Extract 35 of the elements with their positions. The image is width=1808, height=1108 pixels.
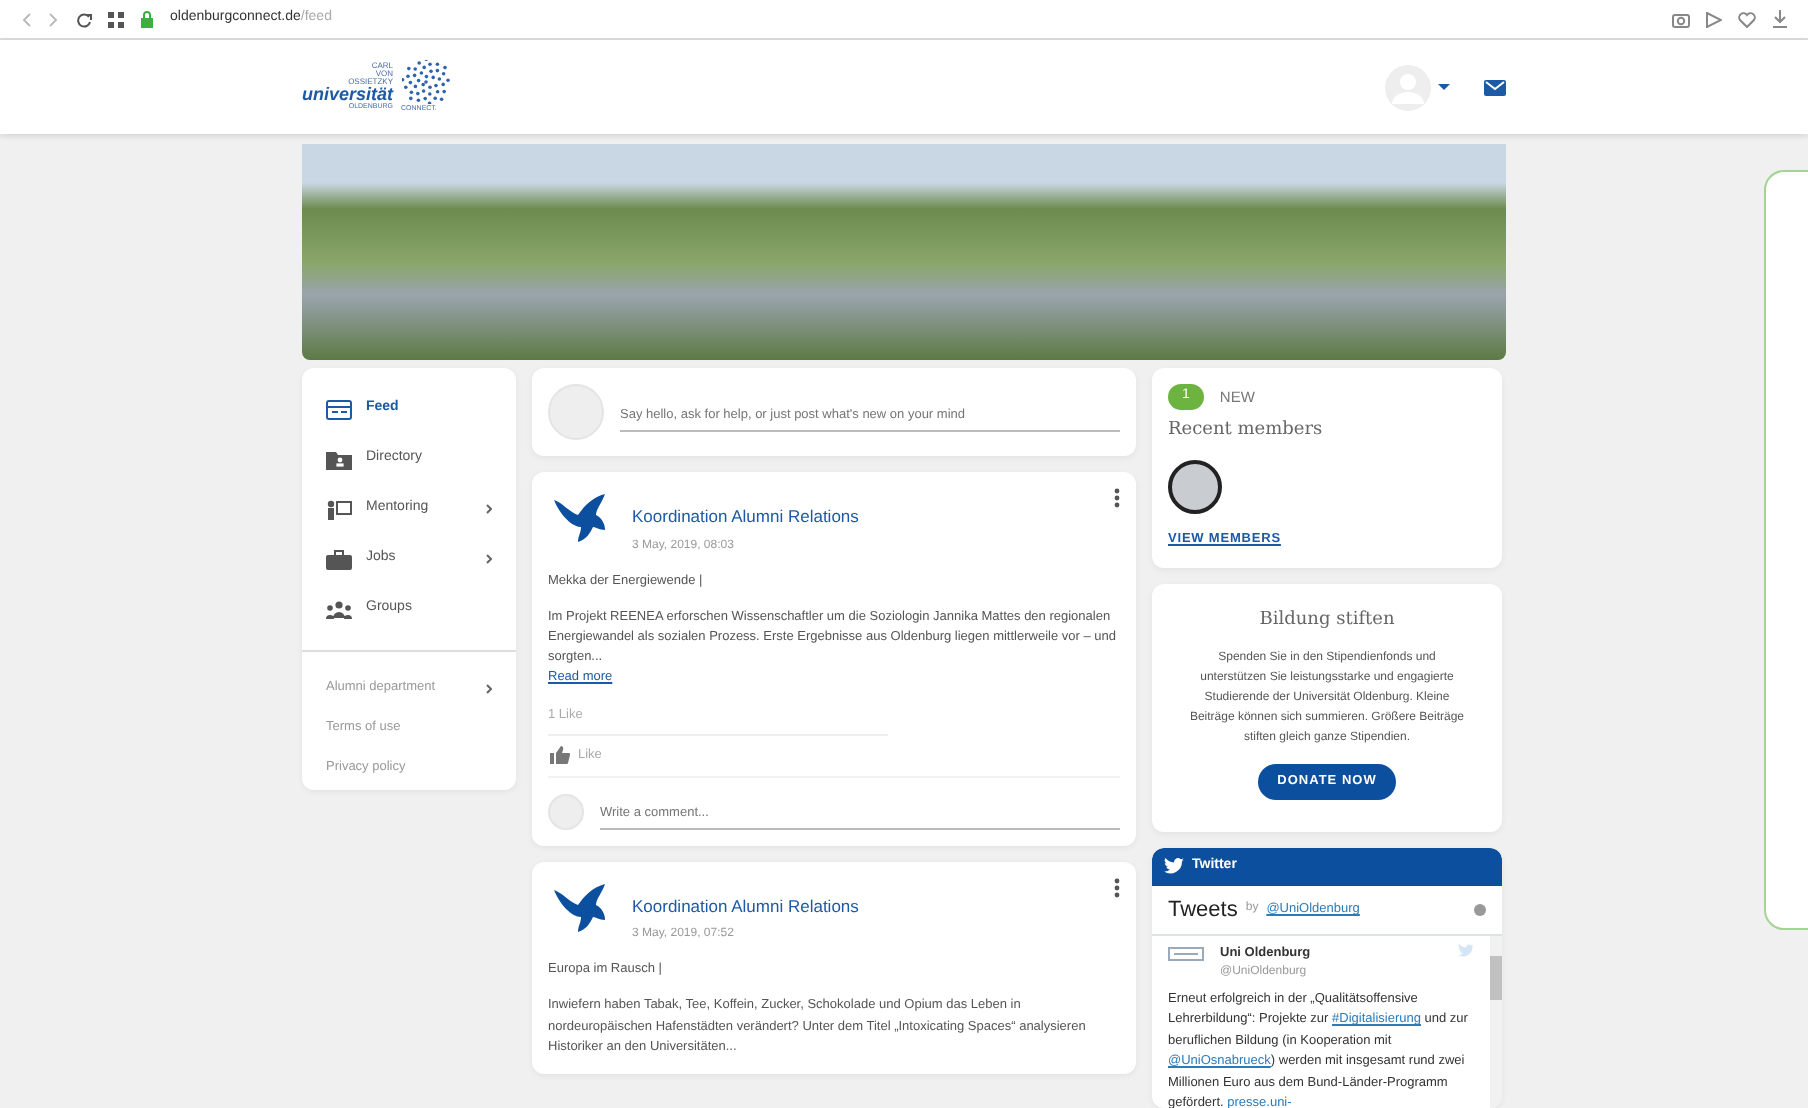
- avatar-placeholder: [548, 793, 584, 830]
- card-title: Recent members: [1168, 417, 1325, 443]
- download-icon[interactable]: [1772, 10, 1788, 28]
- chevron-right-icon: [486, 504, 492, 514]
- forward-icon[interactable]: [48, 11, 60, 27]
- back-icon[interactable]: [20, 11, 32, 27]
- people-icon: [326, 599, 352, 619]
- newspaper-icon: [326, 399, 352, 419]
- bird-icon: [1458, 944, 1474, 959]
- send-icon[interactable]: [1706, 11, 1722, 27]
- card-title: Bildung stiften: [1257, 607, 1397, 633]
- member-avatar-placeholder[interactable]: [1168, 460, 1222, 514]
- chevron-right-icon: [486, 554, 492, 564]
- bird-icon: [1164, 858, 1184, 875]
- author-link[interactable]: Koordination Alumni Relations: [632, 893, 1098, 919]
- account-logo-icon: [1168, 944, 1204, 965]
- dot-cluster-logo-icon: [401, 59, 450, 104]
- reload-icon[interactable]: [76, 11, 92, 27]
- folder-icon: [326, 449, 352, 469]
- camera-icon[interactable]: [1672, 11, 1690, 27]
- author-link[interactable]: Koordination Alumni Relations: [632, 504, 1098, 530]
- more-options-icon[interactable]: [1114, 488, 1120, 508]
- heart-icon[interactable]: [1738, 11, 1756, 27]
- mail-icon[interactable]: [1484, 79, 1506, 95]
- grid-icon[interactable]: [108, 11, 124, 27]
- briefcase-icon: [326, 549, 352, 569]
- more-options-icon[interactable]: [1114, 877, 1120, 898]
- avatar-placeholder: [548, 384, 604, 440]
- logo-text: universität: [302, 86, 394, 105]
- tweets-title: Tweets: [1168, 895, 1238, 926]
- presenter-icon: [326, 499, 352, 519]
- scrollbar[interactable]: [1490, 936, 1502, 1108]
- thumbs-up-icon: [550, 746, 570, 765]
- chevron-right-icon: [486, 683, 492, 693]
- info-icon[interactable]: [1474, 903, 1486, 916]
